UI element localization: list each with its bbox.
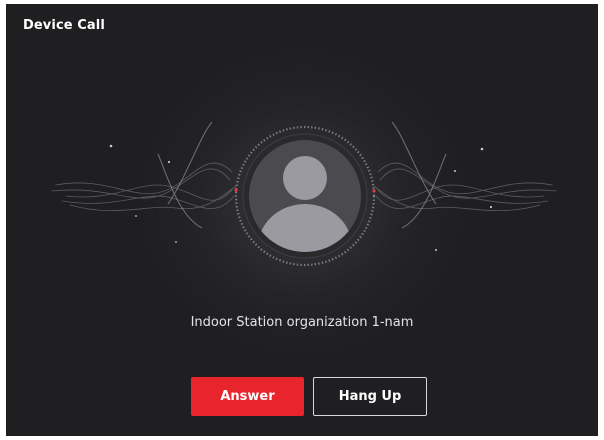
star-dot (135, 215, 137, 217)
ring-accent-right (372, 189, 376, 193)
device-call-dialog: Device Call Indoor Station organization … (6, 4, 598, 436)
star-dot (454, 170, 456, 172)
star-dot (480, 147, 484, 151)
caller-name: Indoor Station organization 1-nam (190, 315, 414, 330)
answer-button[interactable]: Answer (191, 377, 304, 416)
star-dot (167, 160, 171, 164)
ring-accent-left (234, 188, 238, 192)
dialog-title: Device Call (23, 18, 105, 33)
star-dot (109, 144, 113, 148)
star-dot (435, 249, 437, 251)
star-dot (175, 241, 177, 243)
caller-avatar (234, 125, 376, 267)
hang-up-button[interactable]: Hang Up (313, 377, 427, 416)
star-dot (489, 205, 493, 209)
